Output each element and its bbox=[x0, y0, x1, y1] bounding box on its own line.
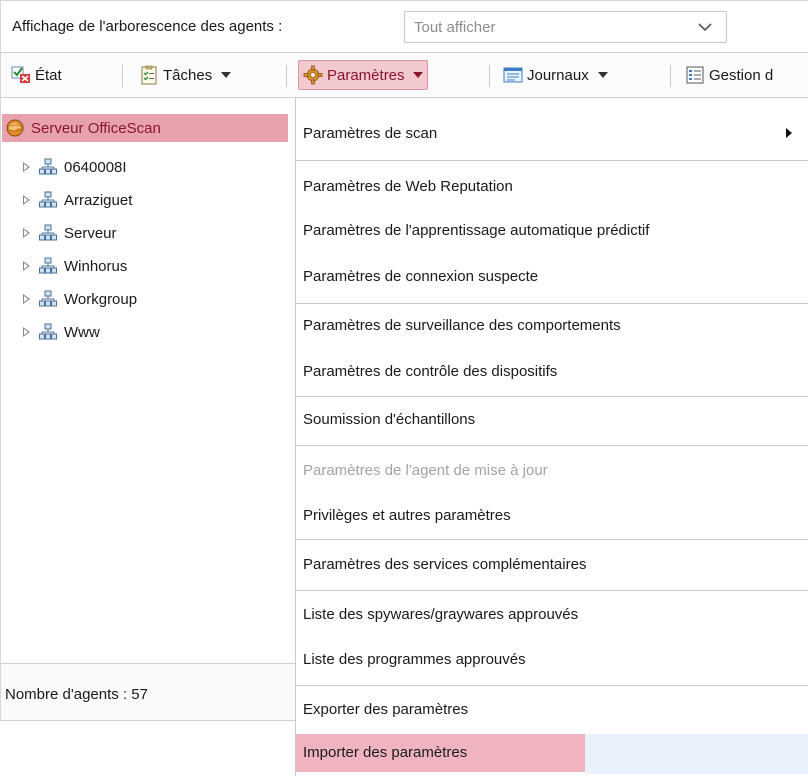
menu-item-import-settings[interactable]: Importer des paramètres bbox=[303, 744, 467, 761]
menu-item-scan-settings[interactable]: Paramètres de scan bbox=[303, 125, 437, 142]
gear-icon bbox=[303, 65, 323, 85]
parametres-label: Paramètres bbox=[327, 66, 405, 84]
menu-item-additional-services[interactable]: Paramètres des services complémentaires bbox=[303, 556, 586, 573]
log-icon bbox=[503, 67, 523, 83]
menu-separator bbox=[296, 445, 808, 446]
domain-network-icon bbox=[39, 158, 57, 175]
etat-label: État bbox=[35, 66, 62, 84]
chevron-down-icon bbox=[698, 23, 712, 32]
agent-count-text: Nombre d'agents : 57 bbox=[5, 686, 148, 703]
tree-node-serveur[interactable]: Serveur bbox=[23, 222, 117, 244]
tree-node-workgroup[interactable]: Workgroup bbox=[23, 288, 137, 310]
parametres-button[interactable]: Paramètres bbox=[298, 60, 428, 90]
menu-item-device-control[interactable]: Paramètres de contrôle des dispositifs bbox=[303, 363, 557, 380]
expand-triangle-icon[interactable] bbox=[23, 261, 30, 271]
agent-tree: Serveur OfficeScan 0640008I Arraziguet S… bbox=[0, 98, 296, 663]
menu-item-behavior-monitoring[interactable]: Paramètres de surveillance des comportem… bbox=[303, 317, 621, 334]
expand-triangle-icon[interactable] bbox=[23, 162, 30, 172]
toolbar-separator bbox=[489, 65, 490, 87]
tree-node-www[interactable]: Www bbox=[23, 321, 100, 343]
menu-item-predictive-ml[interactable]: Paramètres de l'apprentissage automatiqu… bbox=[303, 222, 649, 239]
menu-item-suspicious-connection[interactable]: Paramètres de connexion suspecte bbox=[303, 268, 538, 285]
journaux-label: Journaux bbox=[527, 66, 589, 84]
etat-button[interactable]: État bbox=[11, 60, 62, 90]
tree-root-label: Serveur OfficeScan bbox=[31, 119, 161, 137]
expand-triangle-icon[interactable] bbox=[23, 195, 30, 205]
menu-hover-band bbox=[585, 734, 808, 774]
domain-network-icon bbox=[39, 191, 57, 208]
tree-view-select[interactable]: Tout afficher bbox=[404, 11, 727, 43]
agent-count-footer: Nombre d'agents : 57 bbox=[0, 663, 296, 721]
expand-triangle-icon[interactable] bbox=[23, 327, 30, 337]
menu-separator bbox=[296, 160, 808, 161]
expand-triangle-icon[interactable] bbox=[23, 228, 30, 238]
domain-network-icon bbox=[39, 323, 57, 340]
menu-item-approved-spyware[interactable]: Liste des spywares/graywares approuvés bbox=[303, 606, 578, 623]
domain-network-icon bbox=[39, 290, 57, 307]
tree-view-label: Affichage de l'arborescence des agents : bbox=[12, 18, 283, 35]
gestion-button[interactable]: Gestion d bbox=[685, 60, 773, 90]
menu-separator bbox=[296, 303, 808, 304]
toolbar-separator bbox=[286, 65, 287, 87]
caret-down-icon bbox=[221, 72, 232, 78]
submenu-arrow-icon bbox=[786, 128, 792, 138]
menu-item-import-settings-highlight[interactable]: Importer des paramètres bbox=[296, 734, 585, 772]
expand-triangle-icon[interactable] bbox=[23, 294, 30, 304]
tree-node-label: Www bbox=[64, 323, 100, 341]
management-icon bbox=[686, 66, 704, 84]
menu-separator bbox=[296, 685, 808, 686]
menu-separator bbox=[296, 539, 808, 540]
menu-item-sample-submission[interactable]: Soumission d'échantillons bbox=[303, 411, 475, 428]
taches-button[interactable]: Tâches bbox=[139, 60, 232, 90]
domain-network-icon bbox=[39, 257, 57, 274]
tree-node-winhorus[interactable]: Winhorus bbox=[23, 255, 127, 277]
tree-view-bar: Affichage de l'arborescence des agents :… bbox=[0, 0, 808, 52]
tree-node-label: Workgroup bbox=[64, 290, 138, 308]
menu-item-approved-programs[interactable]: Liste des programmes approuvés bbox=[303, 651, 526, 668]
tree-node-label: Serveur bbox=[64, 224, 117, 242]
tree-node-arraziguet[interactable]: Arraziguet bbox=[23, 189, 132, 211]
menu-item-update-agent: Paramètres de l'agent de mise à jour bbox=[303, 462, 548, 479]
menu-item-web-reputation[interactable]: Paramètres de Web Reputation bbox=[303, 178, 513, 195]
tree-node-0640008i[interactable]: 0640008I bbox=[23, 156, 127, 178]
tree-node-label: Arraziguet bbox=[64, 191, 133, 209]
tree-root-officescan[interactable]: Serveur OfficeScan bbox=[2, 114, 288, 142]
caret-down-icon bbox=[597, 72, 608, 78]
parametres-menu: Paramètres de scan Paramètres de Web Rep… bbox=[296, 98, 808, 776]
menu-item-export-settings[interactable]: Exporter des paramètres bbox=[303, 701, 468, 718]
toolbar-separator bbox=[670, 65, 671, 87]
tree-node-label: Winhorus bbox=[64, 257, 128, 275]
tree-node-label: 0640008I bbox=[64, 158, 127, 176]
menu-separator bbox=[296, 396, 808, 397]
caret-down-icon bbox=[412, 72, 423, 78]
status-check-icon bbox=[11, 66, 30, 83]
toolbar-separator bbox=[122, 65, 123, 87]
server-globe-icon bbox=[6, 119, 24, 137]
toolbar: État Tâches Paramètres Journaux Gestion … bbox=[0, 52, 808, 98]
tree-view-select-value: Tout afficher bbox=[414, 19, 496, 36]
menu-separator bbox=[296, 590, 808, 591]
task-list-icon bbox=[141, 65, 157, 85]
taches-label: Tâches bbox=[163, 66, 213, 84]
domain-network-icon bbox=[39, 224, 57, 241]
gestion-label: Gestion d bbox=[709, 66, 774, 84]
journaux-button[interactable]: Journaux bbox=[503, 60, 608, 90]
menu-item-privileges[interactable]: Privilèges et autres paramètres bbox=[303, 507, 511, 524]
